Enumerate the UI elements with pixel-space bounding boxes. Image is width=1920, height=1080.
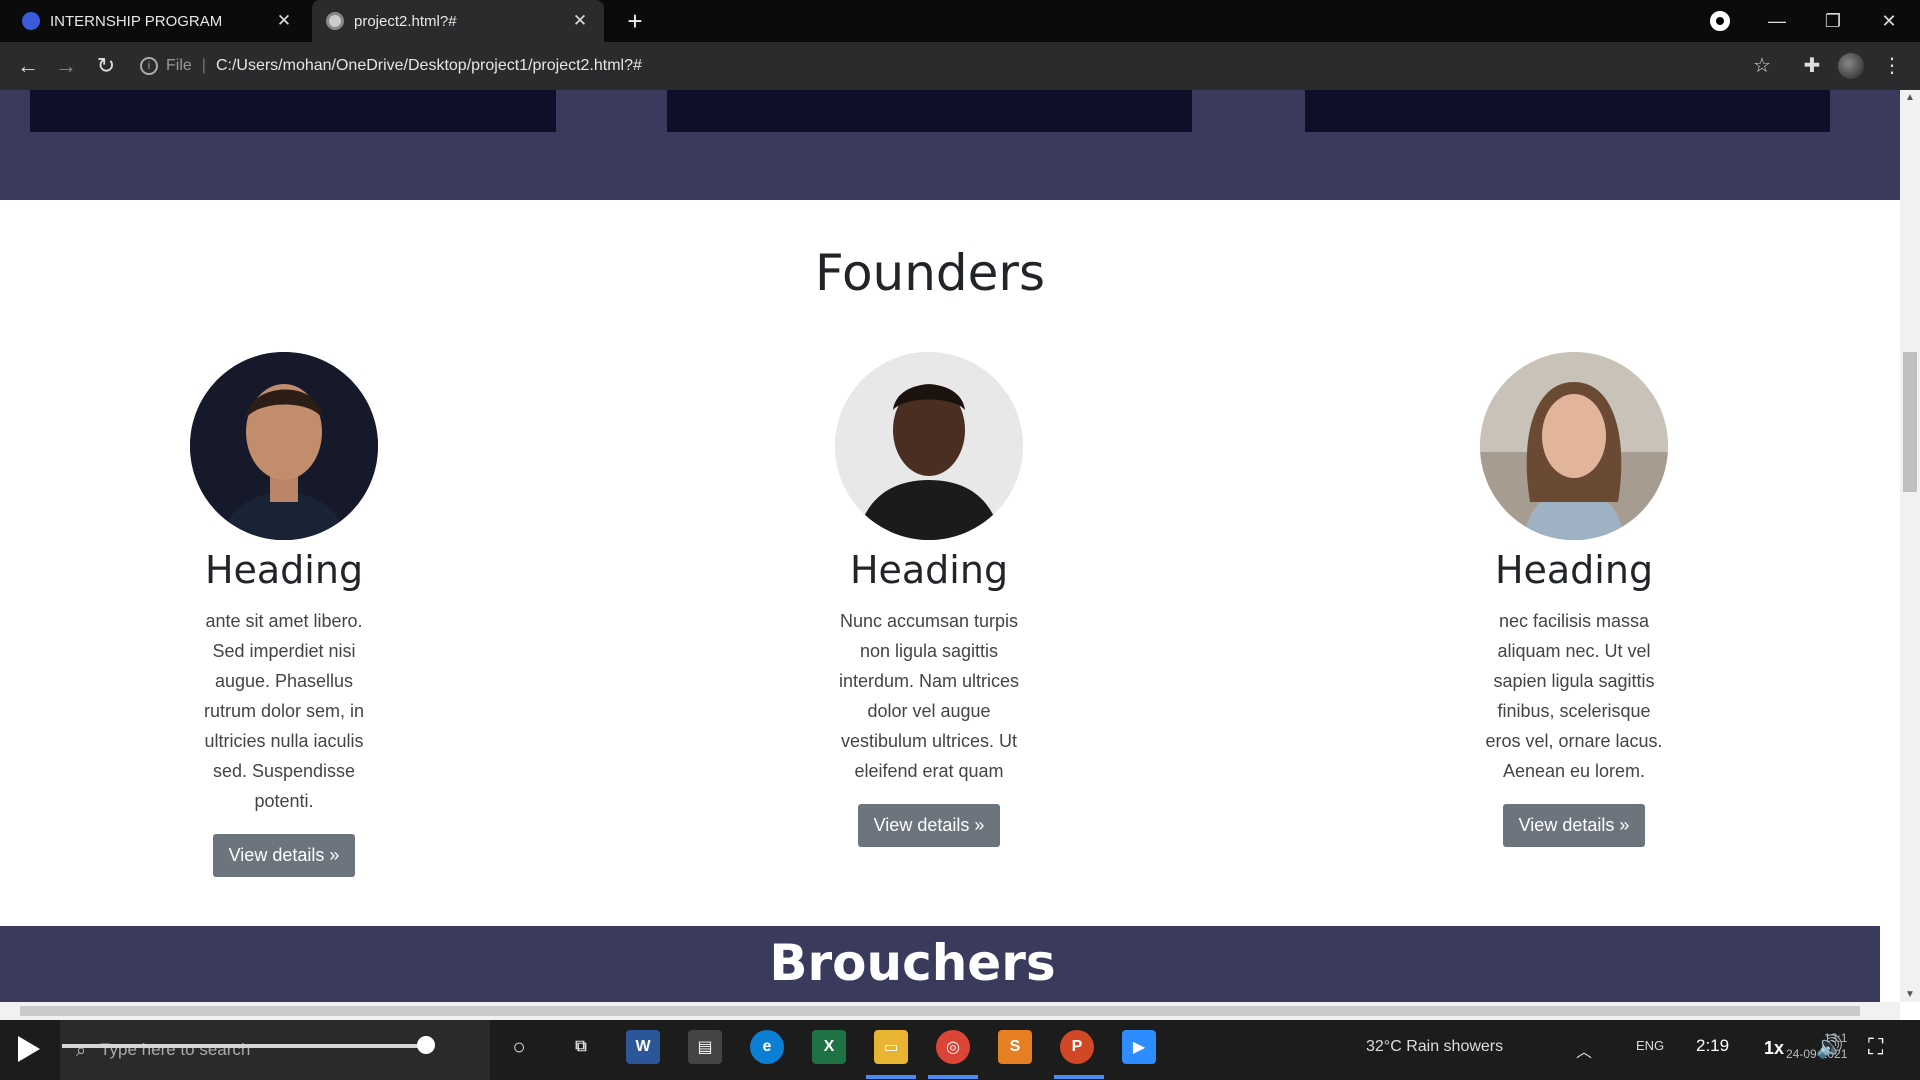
founder-heading: Heading xyxy=(204,548,364,592)
founder-card: Heading ante sit amet libero. Sed imperd… xyxy=(134,352,434,877)
word-icon[interactable]: W xyxy=(626,1030,660,1064)
address-bar[interactable]: i File | C:/Users/mohan/OneDrive/Desktop… xyxy=(140,49,1780,83)
play-icon[interactable] xyxy=(18,1036,40,1062)
founder-text: ante sit amet libero. Sed imperdiet nisi… xyxy=(203,611,365,811)
bookmark-star-icon[interactable]: ☆ xyxy=(1746,50,1778,82)
search-placeholder: Type here to search xyxy=(100,1040,251,1059)
store-icon[interactable]: ▤ xyxy=(688,1030,722,1064)
founder-photo xyxy=(1480,352,1668,540)
tab-close-icon[interactable]: ✕ xyxy=(570,11,590,31)
video-progress-bar[interactable] xyxy=(62,1044,426,1048)
tray-chevron-icon[interactable]: ︿ xyxy=(1576,1038,1592,1062)
address-scheme: File xyxy=(166,57,192,74)
address-separator: | xyxy=(201,57,206,74)
carousel-card xyxy=(1305,90,1830,132)
language-indicator[interactable]: ENG xyxy=(1636,1038,1664,1053)
extensions-icon[interactable]: ✚ xyxy=(1796,50,1828,82)
founder-photo xyxy=(190,352,378,540)
video-time: 2:19 xyxy=(1696,1036,1730,1055)
edge-icon[interactable]: e xyxy=(750,1030,784,1064)
video-progress-handle[interactable] xyxy=(417,1036,435,1054)
reload-button[interactable]: ↻ xyxy=(90,50,122,82)
view-details-button[interactable]: View details » xyxy=(1502,804,1646,847)
close-window-button[interactable]: ✕ xyxy=(1866,0,1912,42)
chrome-icon[interactable]: ◎ xyxy=(936,1030,970,1064)
new-tab-button[interactable]: + xyxy=(620,6,650,36)
founder-card: Heading Nunc accumsan turpis non ligula … xyxy=(779,352,1079,847)
carousel-section xyxy=(0,90,1900,200)
carousel-card xyxy=(667,90,1192,132)
tab-title: project2.html?# xyxy=(354,12,457,30)
scroll-up-icon[interactable]: ▲ xyxy=(1904,92,1916,103)
active-indicator xyxy=(866,1075,916,1079)
browser-toolbar: ← → ↻ i File | C:/Users/mohan/OneDrive/D… xyxy=(0,42,1920,90)
active-indicator xyxy=(1054,1075,1104,1079)
volume-icon[interactable]: 🔊 xyxy=(1816,1034,1843,1060)
browser-tab-bar: INTERNSHIP PROGRAM ✕ project2.html?# ✕ +… xyxy=(0,0,1920,42)
back-button[interactable]: ← xyxy=(12,50,44,82)
founder-text: nec facilisis massa aliquam nec. Ut vel … xyxy=(1485,611,1663,781)
search-icon: ⌕ xyxy=(76,1039,87,1060)
founder-photo xyxy=(835,352,1023,540)
site-favicon-icon xyxy=(22,12,40,30)
forward-button[interactable]: → xyxy=(50,50,82,82)
profile-avatar[interactable] xyxy=(1838,53,1864,79)
horizontal-scrollbar[interactable] xyxy=(0,1002,1900,1020)
carousel-card xyxy=(30,90,556,132)
view-details-button[interactable]: View details » xyxy=(212,834,356,877)
founder-card: Heading nec facilisis massa aliquam nec.… xyxy=(1424,352,1724,847)
page-viewport: Founders Heading ante sit amet libero. S… xyxy=(0,90,1900,1002)
powerpoint-icon[interactable]: P xyxy=(1060,1030,1094,1064)
tab-title: INTERNSHIP PROGRAM xyxy=(50,12,223,30)
scroll-down-icon[interactable]: ▼ xyxy=(1904,989,1916,1000)
globe-icon xyxy=(326,12,344,30)
maximize-button[interactable]: ❐ xyxy=(1810,0,1856,42)
zoom-icon[interactable]: ▶ xyxy=(1122,1030,1156,1064)
active-indicator xyxy=(928,1075,978,1079)
brouchers-section: Brouchers xyxy=(0,926,1880,1002)
sublime-icon[interactable]: S xyxy=(998,1030,1032,1064)
tab-project2[interactable]: project2.html?# ✕ xyxy=(312,0,604,42)
tab-internship-program[interactable]: INTERNSHIP PROGRAM ✕ xyxy=(8,0,308,42)
cortana-icon[interactable]: ○ xyxy=(502,1030,536,1064)
founder-heading: Heading xyxy=(849,548,1009,592)
playback-speed[interactable]: 1x xyxy=(1764,1038,1784,1059)
founders-title: Founders xyxy=(814,244,1046,302)
weather-widget[interactable]: 32°C Rain showers xyxy=(1366,1038,1503,1056)
vertical-scrollbar[interactable]: ▲ ▼ xyxy=(1900,90,1920,1002)
minimize-button[interactable]: — xyxy=(1754,0,1800,42)
excel-icon[interactable]: X xyxy=(812,1030,846,1064)
scrollbar-thumb[interactable] xyxy=(20,1006,1860,1016)
address-url[interactable]: C:/Users/mohan/OneDrive/Desktop/project1… xyxy=(216,57,642,75)
tab-close-icon[interactable]: ✕ xyxy=(274,11,294,31)
founder-heading: Heading xyxy=(1494,548,1654,592)
info-icon[interactable]: i xyxy=(140,57,158,75)
view-details-button[interactable]: View details » xyxy=(857,804,1001,847)
fullscreen-icon[interactable]: ⛶ xyxy=(1868,1034,1883,1060)
founder-text: Nunc accumsan turpis non ligula sagittis… xyxy=(838,611,1020,781)
browser-menu-icon[interactable]: ⋮ xyxy=(1876,50,1908,82)
brouchers-title: Brouchers xyxy=(769,934,1056,992)
record-icon[interactable] xyxy=(1710,11,1730,31)
file-explorer-icon[interactable]: ▭ xyxy=(874,1030,908,1064)
scrollbar-thumb[interactable] xyxy=(1903,352,1917,492)
task-view-icon[interactable]: ⧉ xyxy=(564,1030,598,1064)
